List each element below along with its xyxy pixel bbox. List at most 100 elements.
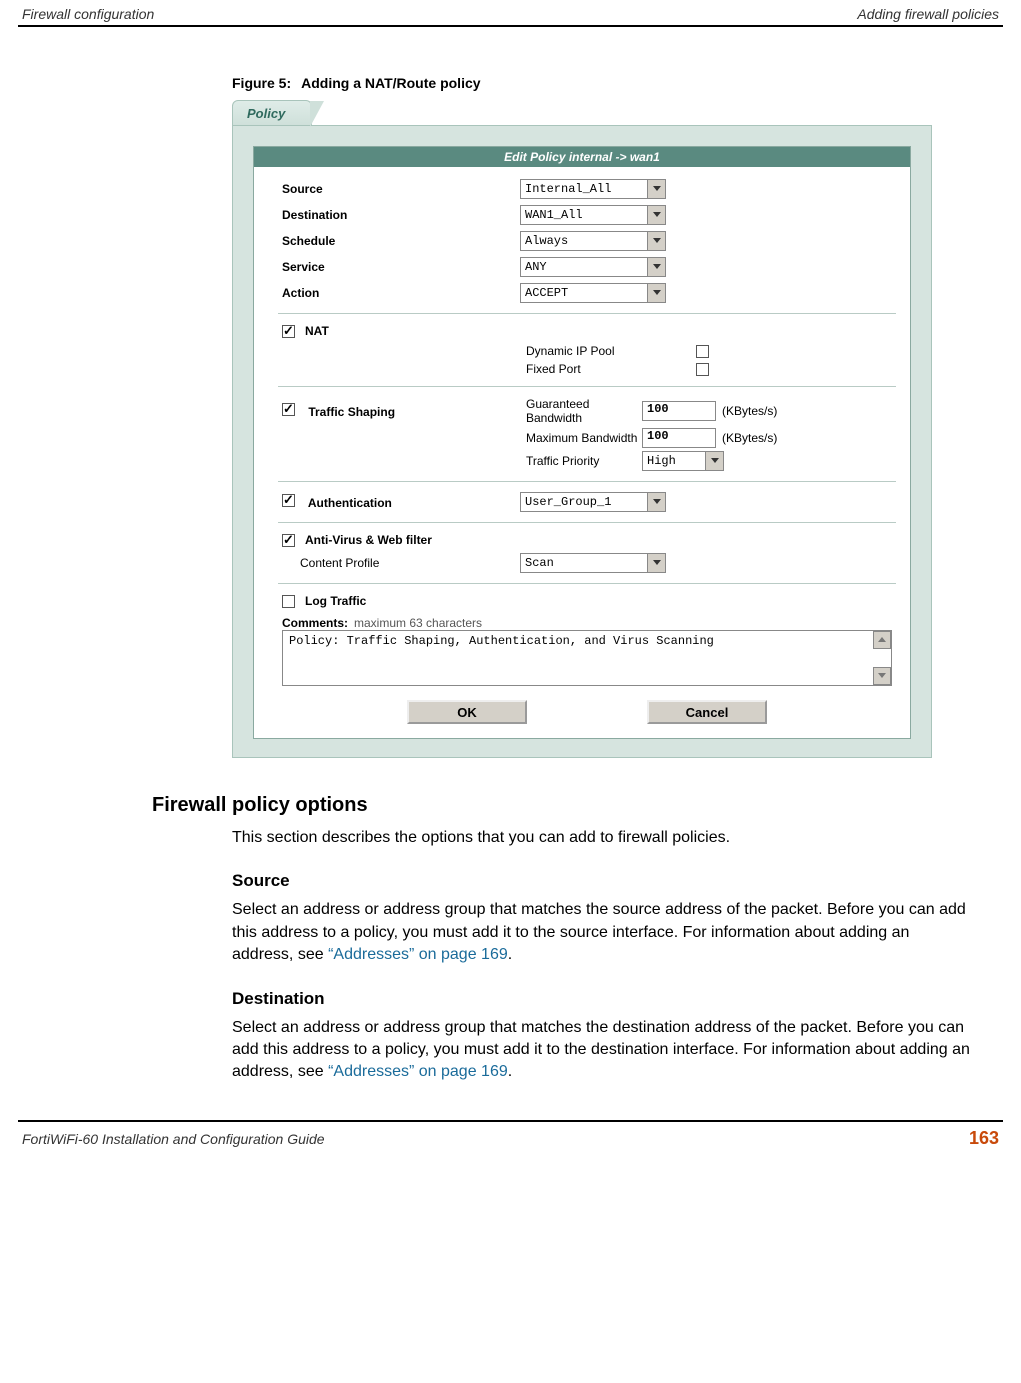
select-schedule-value: Always [525, 234, 568, 248]
row-fixed-port: Fixed Port [526, 362, 892, 376]
label-service: Service [282, 260, 520, 274]
header-rule [18, 25, 1003, 27]
row-schedule: Schedule Always [282, 231, 892, 251]
label-authentication: Authentication [308, 496, 392, 510]
input-guaranteed-bandwidth[interactable]: 100 [642, 401, 716, 421]
figure-title: Adding a NAT/Route policy [301, 75, 480, 91]
figure-number: Figure 5: [232, 75, 291, 91]
unit-guaranteed: (KBytes/s) [722, 404, 777, 418]
cancel-button-label: Cancel [686, 705, 729, 720]
para-destination-tail: . [508, 1063, 512, 1080]
policy-editor-screenshot: Policy Edit Policy internal -> wan1 Sour… [232, 97, 932, 758]
row-content-profile: Content Profile Scan [282, 553, 892, 573]
separator [278, 386, 896, 387]
header-right: Adding firewall policies [857, 6, 999, 22]
label-dynamic-ip-pool: Dynamic IP Pool [526, 344, 696, 358]
scroll-up-icon[interactable] [873, 631, 891, 649]
link-addresses-1[interactable]: “Addresses” on page 169 [328, 946, 508, 963]
label-traffic-priority: Traffic Priority [526, 454, 642, 468]
label-comments: Comments: [282, 616, 348, 630]
label-source: Source [282, 182, 520, 196]
row-dynamic-ip-pool: Dynamic IP Pool [526, 344, 892, 358]
select-service-value: ANY [525, 260, 547, 274]
select-action[interactable]: ACCEPT [520, 283, 666, 303]
chevron-down-icon[interactable] [705, 452, 723, 470]
separator [278, 522, 896, 523]
select-authentication[interactable]: User_Group_1 [520, 492, 666, 512]
select-service[interactable]: ANY [520, 257, 666, 277]
separator [278, 583, 896, 584]
row-authentication: Authentication User_Group_1 [282, 492, 892, 512]
page-footer: FortiWiFi-60 Installation and Configurat… [0, 1124, 1021, 1159]
nat-section-head: NAT [282, 324, 892, 338]
chevron-down-icon[interactable] [647, 232, 665, 250]
select-action-value: ACCEPT [525, 286, 568, 300]
av-section-head: Anti-Virus & Web filter [282, 533, 892, 547]
separator [278, 313, 896, 314]
checkbox-antivirus[interactable] [282, 534, 295, 547]
label-destination: Destination [282, 208, 520, 222]
button-row: OK Cancel [282, 700, 892, 724]
checkbox-dynamic-ip-pool[interactable] [696, 345, 709, 358]
page-number: 163 [969, 1128, 999, 1149]
document-body: Firewall policy options This section des… [152, 794, 973, 1084]
checkbox-traffic-shaping[interactable] [282, 403, 295, 416]
form-title: Edit Policy internal -> wan1 [254, 147, 910, 167]
select-schedule[interactable]: Always [520, 231, 666, 251]
row-destination: Destination WAN1_All [282, 205, 892, 225]
para-source: Select an address or address group that … [232, 899, 973, 966]
separator [278, 481, 896, 482]
select-traffic-priority[interactable]: High [642, 451, 724, 471]
para-destination: Select an address or address group that … [232, 1017, 973, 1084]
form-body: Source Internal_All Destination WAN1_All… [254, 167, 910, 724]
chevron-down-icon[interactable] [647, 493, 665, 511]
ok-button[interactable]: OK [407, 700, 527, 724]
tab-policy[interactable]: Policy [232, 100, 312, 125]
heading-source: Source [232, 871, 973, 891]
checkbox-nat[interactable] [282, 325, 295, 338]
unit-maximum: (KBytes/s) [722, 431, 777, 445]
select-content-profile-value: Scan [525, 556, 554, 570]
select-source-value: Internal_All [525, 182, 611, 196]
row-source: Source Internal_All [282, 179, 892, 199]
link-addresses-2[interactable]: “Addresses” on page 169 [328, 1063, 508, 1080]
select-destination[interactable]: WAN1_All [520, 205, 666, 225]
comments-line: Comments: maximum 63 characters [282, 616, 892, 630]
select-authentication-value: User_Group_1 [525, 495, 611, 509]
row-service: Service ANY [282, 257, 892, 277]
checkbox-log-traffic[interactable] [282, 595, 295, 608]
select-content-profile[interactable]: Scan [520, 553, 666, 573]
checkbox-fixed-port[interactable] [696, 363, 709, 376]
textarea-comments[interactable]: Policy: Traffic Shaping, Authentication,… [282, 630, 892, 686]
label-schedule: Schedule [282, 234, 520, 248]
value-guaranteed-bandwidth: 100 [647, 402, 669, 416]
footer-left: FortiWiFi-60 Installation and Configurat… [22, 1131, 325, 1147]
chevron-down-icon[interactable] [647, 284, 665, 302]
chevron-down-icon[interactable] [647, 180, 665, 198]
para-intro: This section describes the options that … [232, 827, 973, 849]
label-content-profile: Content Profile [300, 556, 379, 570]
hint-comments: maximum 63 characters [354, 616, 482, 630]
ok-button-label: OK [457, 705, 477, 720]
figure-caption: Figure 5: Adding a NAT/Route policy [232, 75, 1021, 91]
label-guaranteed-bandwidth: Guaranteed Bandwidth [526, 397, 642, 425]
chevron-down-icon[interactable] [647, 258, 665, 276]
select-source[interactable]: Internal_All [520, 179, 666, 199]
label-traffic-shaping: Traffic Shaping [308, 405, 395, 419]
cancel-button[interactable]: Cancel [647, 700, 767, 724]
row-action: Action ACCEPT [282, 283, 892, 303]
chevron-down-icon[interactable] [647, 554, 665, 572]
log-traffic-head: Log Traffic [282, 594, 892, 608]
chevron-down-icon[interactable] [647, 206, 665, 224]
select-traffic-priority-value: High [647, 454, 676, 468]
heading-destination: Destination [232, 989, 973, 1009]
label-nat: NAT [305, 324, 329, 338]
select-destination-value: WAN1_All [525, 208, 583, 222]
tab-arrow-icon [310, 101, 324, 127]
input-maximum-bandwidth[interactable]: 100 [642, 428, 716, 448]
checkbox-authentication[interactable] [282, 494, 295, 507]
scroll-down-icon[interactable] [873, 667, 891, 685]
page-header: Firewall configuration Adding firewall p… [0, 0, 1021, 25]
heading-firewall-policy-options: Firewall policy options [152, 794, 973, 817]
value-maximum-bandwidth: 100 [647, 429, 669, 443]
